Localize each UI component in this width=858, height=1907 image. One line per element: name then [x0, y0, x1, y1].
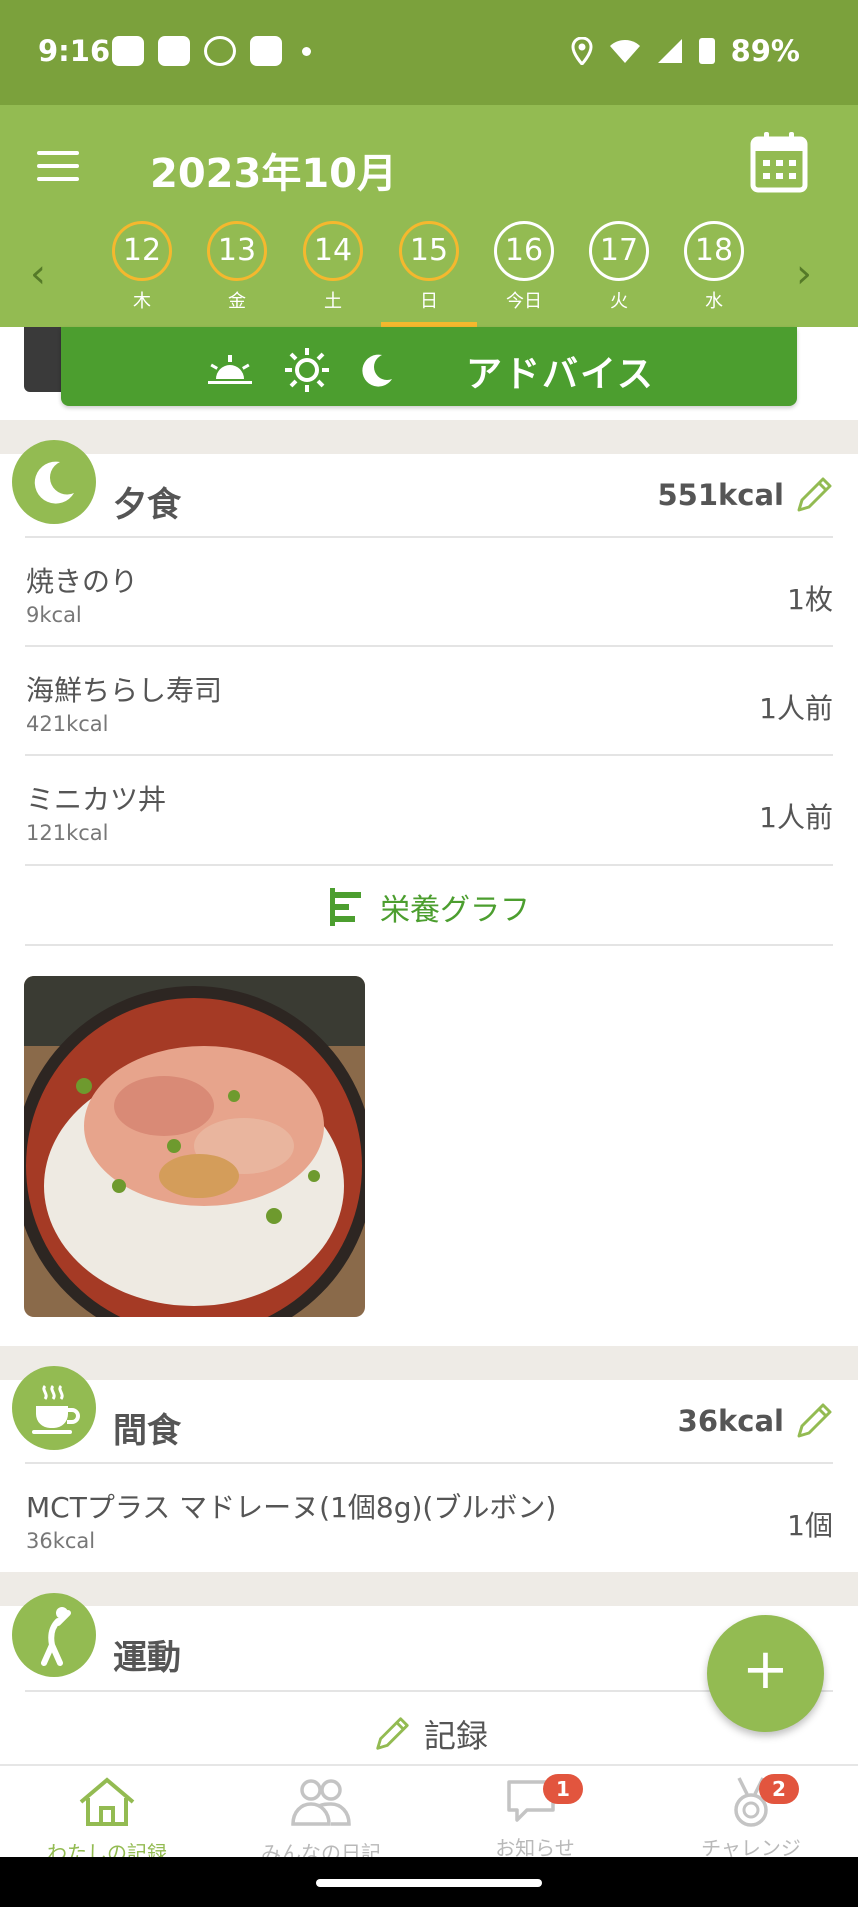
app-screen: 9:16 89% 2023年10月 ‹ 1 2 木 13 金 14 土 15 日 …	[0, 0, 858, 1907]
food-item-name[interactable]: 焼きのり	[26, 560, 138, 600]
food-item-qty: 1人前	[759, 692, 833, 725]
status-bar: 9:16 89%	[0, 0, 858, 105]
snack-total-kcal: 36kcal	[677, 1404, 784, 1438]
moon-icon	[362, 354, 392, 387]
edit-dinner-pencil-icon[interactable]	[793, 474, 835, 516]
month-title: 2023年10月	[150, 151, 397, 197]
record-label: 記録	[424, 1717, 489, 1755]
bottom-navigation: わたしの記録 みんなの日記 1 お知らせ 2 チャレンジ	[0, 1764, 858, 1865]
notification-icons	[112, 36, 311, 66]
more-dot-icon	[302, 46, 311, 56]
food-item-qty: 1枚	[787, 583, 833, 616]
exercise-record-link[interactable]: 記録	[372, 1711, 488, 1757]
nav-challenge[interactable]: 2 チャレンジ	[644, 1774, 858, 1861]
challenge-badge: 2	[759, 1774, 799, 1804]
nutrition-graph-label: 栄養グラフ	[380, 893, 530, 928]
advice-button[interactable]: アドバイス	[61, 327, 797, 406]
dinner-total-kcal: 551kcal	[657, 478, 784, 512]
food-item-kcal: 421kcal	[26, 712, 109, 736]
system-status: 89%	[571, 34, 800, 68]
chat-plus-icon	[112, 36, 144, 66]
advice-icons	[206, 347, 394, 393]
system-nav-bar	[0, 1857, 858, 1907]
nav-my-records[interactable]: わたしの記録	[0, 1776, 214, 1866]
pencil-icon	[376, 1717, 409, 1750]
day-16-today[interactable]: 16 今日	[492, 221, 556, 313]
divider	[25, 864, 833, 866]
day-18[interactable]: 18 水	[682, 221, 746, 313]
nav-notifications[interactable]: 1 お知らせ	[428, 1774, 642, 1861]
meal-photo[interactable]	[24, 976, 365, 1317]
exercise-title: 運動	[113, 1638, 181, 1678]
food-item-qty: 1個	[787, 1509, 833, 1542]
sun-icon	[285, 348, 329, 392]
section-divider	[0, 1572, 858, 1606]
previous-photo-edge	[24, 327, 64, 392]
battery-icon	[698, 38, 715, 64]
status-time: 9:16	[38, 34, 111, 68]
nav-challenge-icon-wrap: 2	[719, 1774, 799, 1828]
advice-label: アドバイス	[466, 354, 655, 395]
dinner-moon-icon	[12, 440, 96, 524]
day-17[interactable]: 17 火	[587, 221, 651, 313]
day-13[interactable]: 13 金	[205, 221, 269, 313]
day-15-selected[interactable]: 15 日	[397, 221, 461, 313]
home-gesture-pill[interactable]	[316, 1879, 542, 1887]
dinner-title: 夕食	[113, 485, 181, 525]
food-item-name[interactable]: 海鮮ちらし寿司	[26, 669, 222, 709]
wifi-icon	[609, 40, 640, 63]
menu-icon[interactable]	[37, 151, 79, 181]
next-week-chevron-icon[interactable]: ›	[796, 251, 812, 297]
calendar-icon[interactable]	[750, 131, 808, 193]
prev-week-chevron-icon[interactable]: ‹	[30, 251, 46, 297]
nutrition-graph-link[interactable]: 栄養グラフ	[330, 885, 530, 929]
day-14[interactable]: 14 土	[301, 221, 365, 313]
edit-snack-pencil-icon[interactable]	[793, 1400, 835, 1442]
food-item-kcal: 36kcal	[26, 1529, 96, 1553]
snack-title: 間食	[113, 1411, 181, 1451]
snack-cup-icon	[12, 1366, 96, 1450]
divider	[25, 1462, 833, 1464]
sunrise-icon	[208, 355, 252, 384]
location-icon	[571, 37, 593, 65]
food-item-name[interactable]: ミニカツ丼	[26, 778, 166, 818]
food-item-kcal: 9kcal	[26, 603, 82, 627]
notification-badge: 1	[543, 1774, 583, 1804]
divider	[25, 645, 833, 647]
divider	[25, 944, 833, 946]
bar-graph-icon	[330, 888, 361, 926]
divider	[25, 754, 833, 756]
battery-percent: 89%	[730, 34, 800, 68]
nav-everyone-diary[interactable]: みんなの日記	[214, 1776, 428, 1866]
day-12[interactable]: 12 木	[110, 221, 174, 313]
food-item-name[interactable]: MCTプラス マドレーヌ(1個8g)(ブルボン)	[26, 1486, 556, 1526]
food-item-kcal: 121kcal	[26, 821, 109, 845]
divider	[25, 536, 833, 538]
app-notification-icon	[250, 36, 282, 66]
home-icon	[79, 1777, 135, 1826]
food-item-qty: 1人前	[759, 801, 833, 834]
exercise-stretch-icon	[12, 1593, 96, 1677]
wifi-signal-icon	[204, 36, 236, 66]
youtube-icon	[158, 36, 190, 66]
section-divider	[0, 1346, 858, 1380]
people-icon	[291, 1779, 351, 1826]
app-header: 2023年10月 ‹ 12 木 13 金 14 土 15 日 16 今日 17 …	[0, 105, 858, 327]
add-fab-button[interactable]: +	[707, 1615, 824, 1732]
cell-signal-icon	[657, 39, 682, 63]
section-divider	[0, 420, 858, 454]
nav-notifications-icon-wrap: 1	[503, 1774, 583, 1828]
